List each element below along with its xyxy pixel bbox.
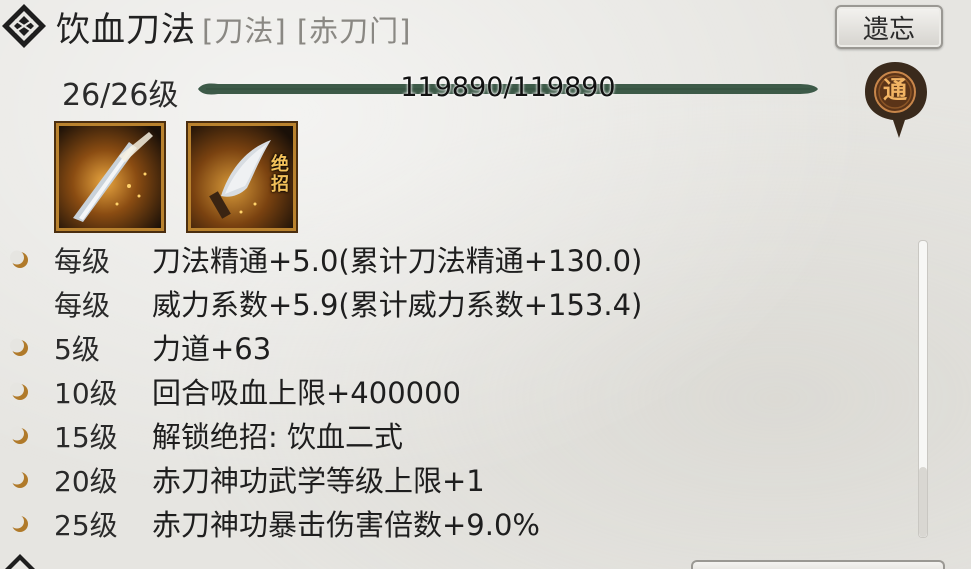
effect-row: 每级 威力系数+5.9(累计威力系数+153.4) (0, 280, 900, 324)
effect-desc: 解锁绝招: 饮血二式 (152, 420, 403, 454)
effect-req: 每级 (54, 289, 111, 322)
scrollbar-thumb[interactable] (919, 467, 927, 537)
effect-req: 5级 (54, 333, 100, 366)
effect-row: 25级 赤刀神功暴击伤害倍数+9.0% (0, 500, 900, 544)
crescent-bullet-icon (10, 514, 28, 532)
skill-tags: [刀法] [赤刀门] (202, 14, 412, 48)
skill-icon-blade[interactable] (56, 123, 164, 231)
effect-req: 15级 (54, 421, 118, 454)
effect-desc: 刀法精通+5.0(累计刀法精通+130.0) (152, 244, 643, 278)
forget-button[interactable]: 遗忘 (835, 5, 943, 49)
ultimate-label: 绝招 (268, 154, 289, 194)
effect-row: 5级 力道+63 (0, 324, 900, 368)
effect-desc: 赤刀神功武学等级上限+1 (152, 464, 485, 498)
crescent-bullet-icon (10, 470, 28, 488)
effect-req: 10级 (54, 377, 118, 410)
crescent-bullet-icon (10, 382, 28, 400)
effect-req: 25级 (54, 509, 118, 542)
crescent-bullet-icon (10, 426, 28, 444)
effect-desc: 力道+63 (152, 332, 272, 366)
skill-title: 饮血刀法 [刀法] [赤刀门] (56, 2, 411, 51)
effect-desc: 赤刀神功暴击伤害倍数+9.0% (152, 508, 540, 542)
skill-icon-ultimate[interactable]: 绝招 (188, 123, 296, 231)
effects-scrollbar[interactable] (918, 240, 928, 538)
next-entry-button[interactable] (691, 560, 945, 569)
title-diamond-icon (2, 4, 46, 48)
crescent-bullet-icon (10, 250, 28, 268)
mastery-seal: 通 (859, 58, 931, 140)
xp-text: 119890/119890 (400, 72, 616, 103)
effect-req: 每级 (54, 245, 111, 278)
effect-row: 10级 回合吸血上限+400000 (0, 368, 900, 412)
xp-bar: 119890/119890 (198, 72, 818, 103)
effect-row: 15级 解锁绝招: 饮血二式 (0, 412, 900, 456)
skill-level: 26/26级 (62, 78, 179, 113)
skill-name: 饮血刀法 (56, 10, 196, 50)
effect-desc: 威力系数+5.9(累计威力系数+153.4) (152, 288, 643, 322)
effect-row: 每级 刀法精通+5.0(累计刀法精通+130.0) (0, 236, 900, 280)
next-entry-diamond-icon (5, 554, 35, 569)
blade-slash-icon (59, 126, 161, 228)
crescent-bullet-icon (10, 338, 28, 356)
seal-char: 通 (883, 76, 907, 104)
effect-desc: 回合吸血上限+400000 (152, 376, 462, 410)
effect-req: 20级 (54, 465, 118, 498)
effect-row: 20级 赤刀神功武学等级上限+1 (0, 456, 900, 500)
